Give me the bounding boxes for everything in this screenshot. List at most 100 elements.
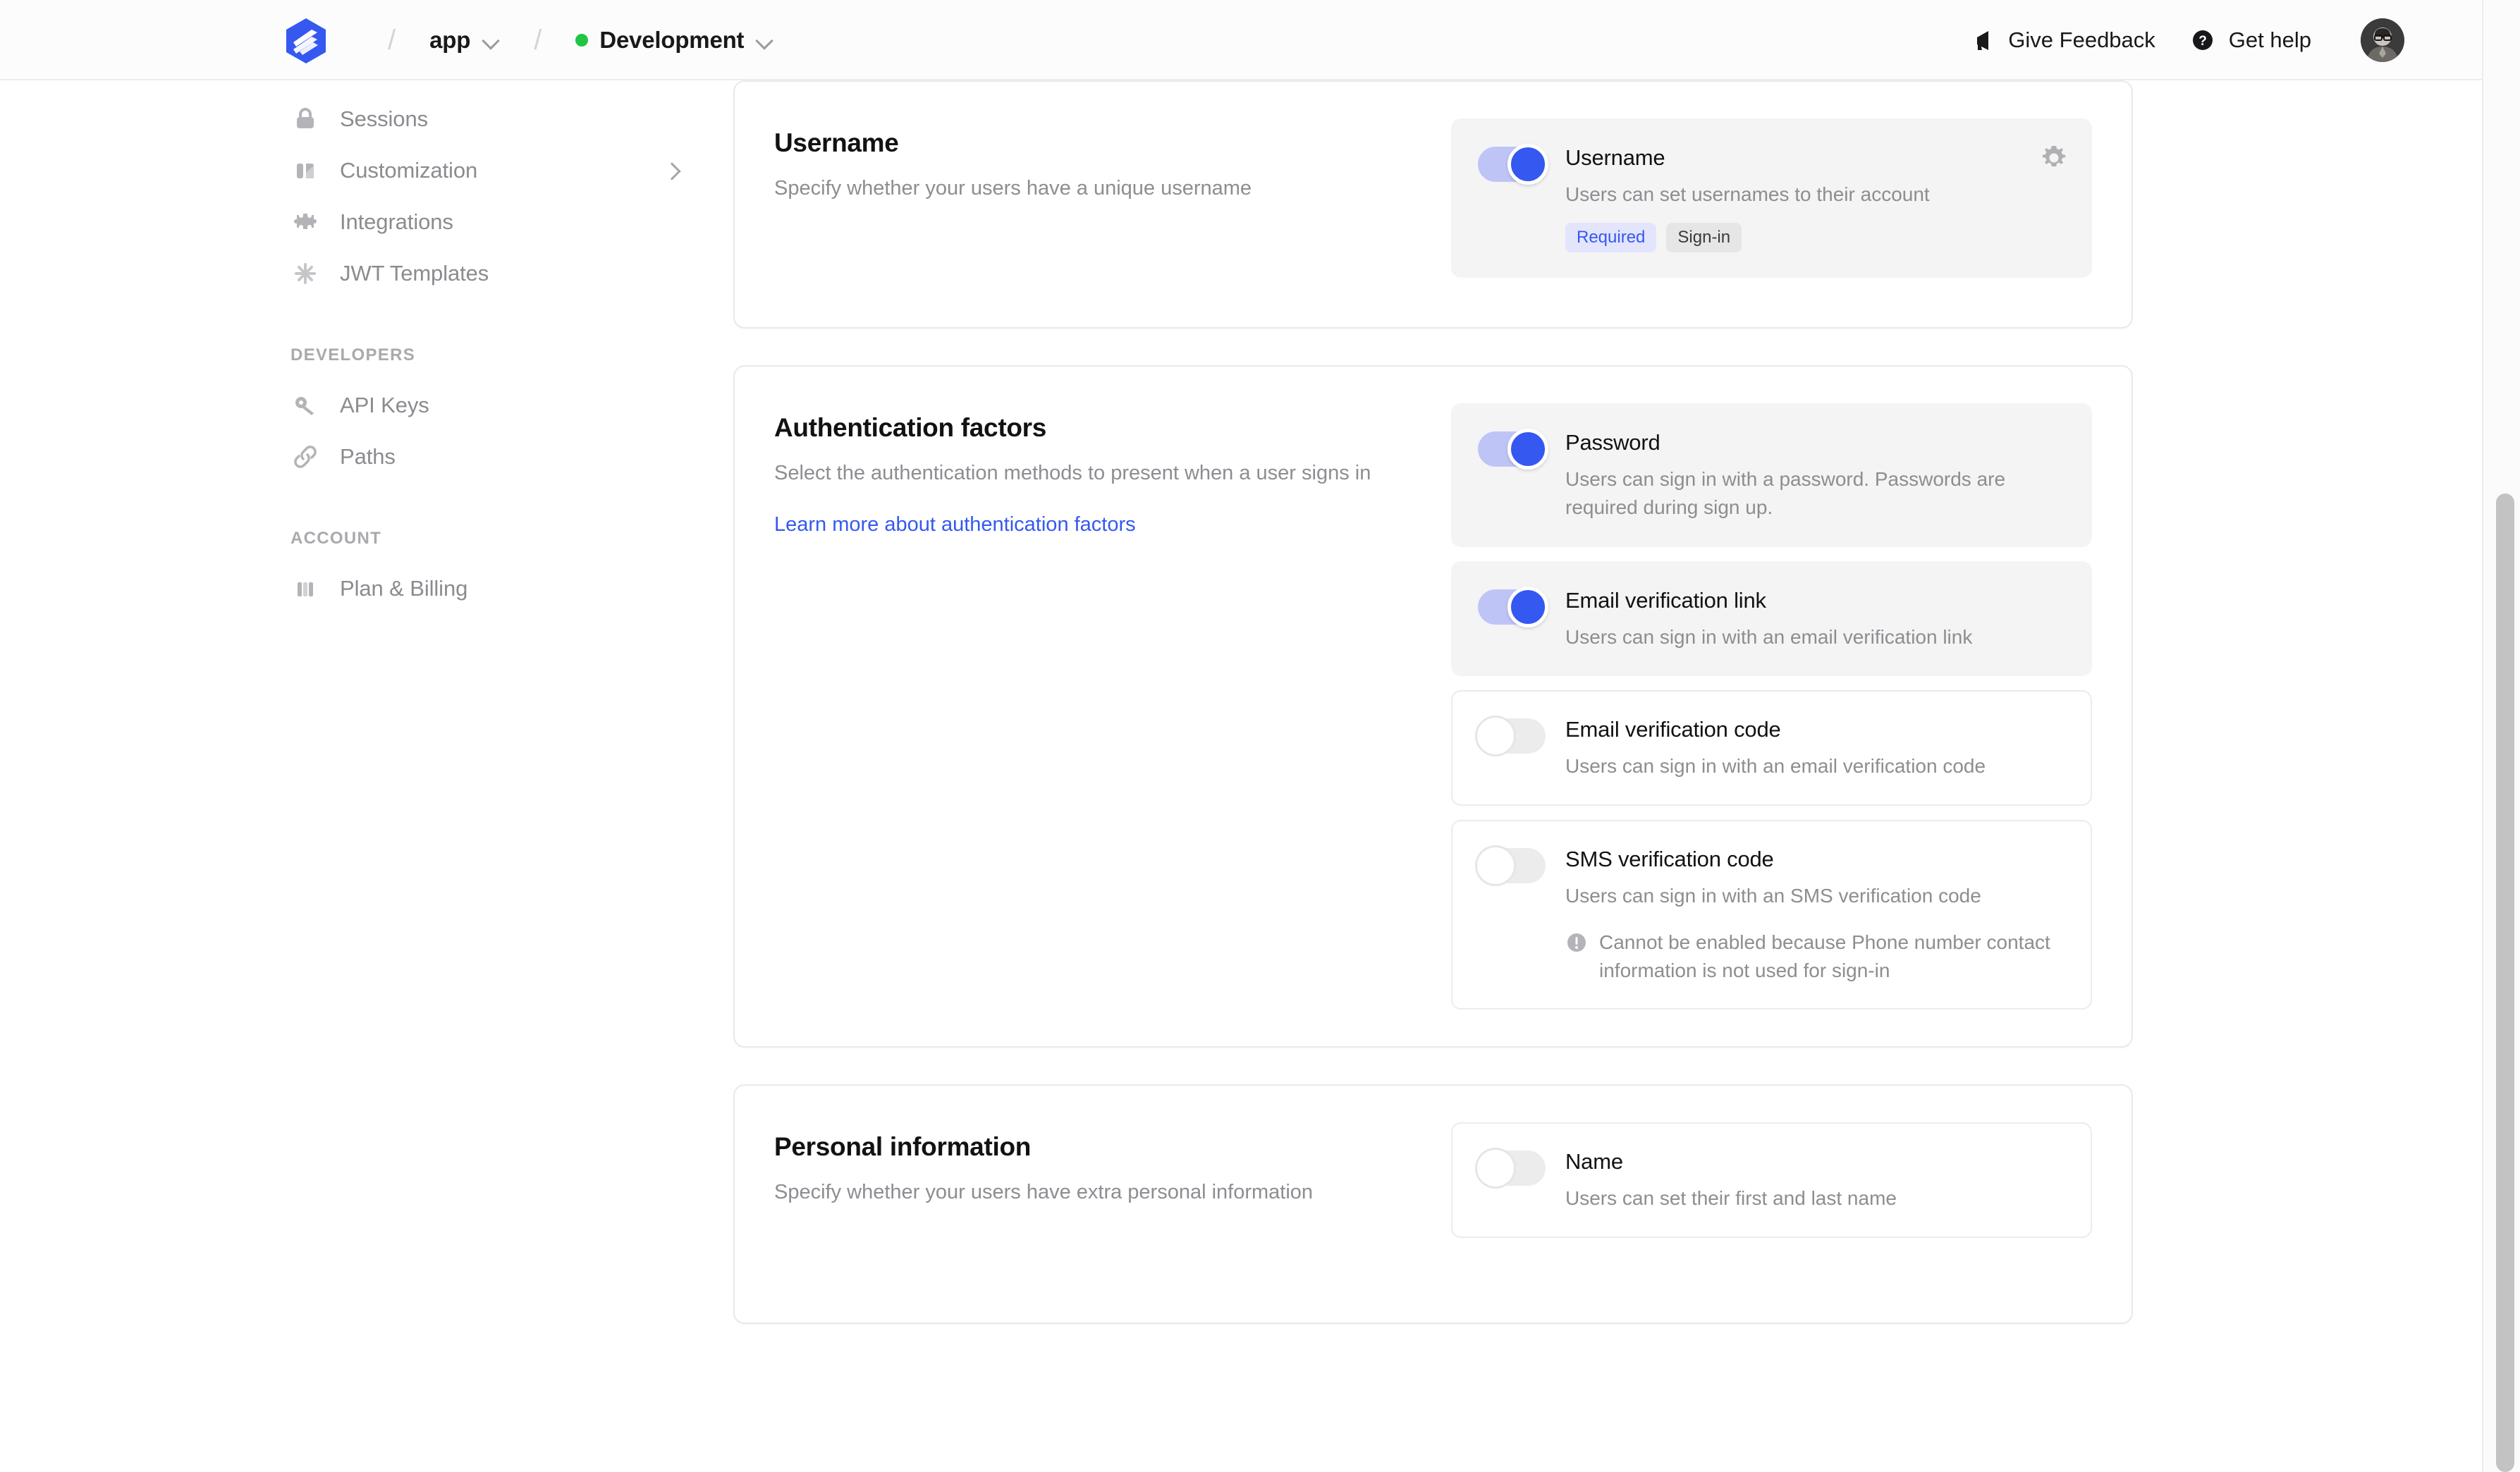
username-row-title: Username bbox=[1565, 145, 2065, 171]
status-badge-signin: Sign-in bbox=[1666, 223, 1742, 252]
sidebar-item-label: Customization bbox=[340, 158, 477, 183]
breadcrumb: / app / Development bbox=[360, 0, 789, 80]
auth-factors-header: Authentication factors Select the authen… bbox=[774, 403, 1451, 1010]
personal-info-rows: Name Users can set their first and last … bbox=[1451, 1122, 2092, 1286]
clerk-logo-icon[interactable] bbox=[281, 16, 331, 66]
link-icon bbox=[290, 442, 340, 472]
key-icon bbox=[290, 391, 340, 420]
chevron-right-icon bbox=[664, 162, 681, 179]
alert-circle-icon bbox=[1565, 928, 1588, 954]
email-verification-link-toggle[interactable] bbox=[1478, 589, 1546, 625]
username-card-rows: Username Users can set usernames to thei… bbox=[1451, 118, 2092, 290]
username-toggle[interactable] bbox=[1478, 147, 1546, 182]
sidebar-item-plan-billing[interactable]: Plan & Billing bbox=[0, 563, 705, 614]
name-toggle[interactable] bbox=[1478, 1151, 1546, 1186]
username-row-description: Users can set usernames to their account bbox=[1565, 180, 2065, 209]
name-toggle-row[interactable]: Name Users can set their first and last … bbox=[1451, 1122, 2092, 1238]
email-verification-code-row[interactable]: Email verification code Users can sign i… bbox=[1451, 690, 2092, 806]
email-verification-link-row[interactable]: Email verification link Users can sign i… bbox=[1451, 561, 2092, 677]
chevron-down-icon bbox=[755, 31, 773, 49]
email-verification-code-toggle[interactable] bbox=[1478, 718, 1546, 754]
svg-text:?: ? bbox=[2198, 34, 2207, 49]
username-row-body: Username Users can set usernames to thei… bbox=[1565, 144, 2065, 252]
top-bar-actions: Give Feedback ? Get help bbox=[1952, 0, 2482, 80]
username-card: Username Specify whether your users have… bbox=[733, 80, 2133, 329]
app-name-label: app bbox=[429, 27, 470, 54]
environment-selector[interactable]: Development bbox=[560, 20, 789, 61]
password-row-body: Password Users can sign in with a passwo… bbox=[1565, 429, 2065, 522]
username-card-header: Username Specify whether your users have… bbox=[774, 118, 1451, 290]
personal-info-header: Personal information Specify whether you… bbox=[774, 1122, 1451, 1286]
username-card-description: Specify whether your users have a unique… bbox=[774, 173, 1451, 203]
password-toggle[interactable] bbox=[1478, 431, 1546, 467]
sidebar-item-api-keys[interactable]: API Keys bbox=[0, 379, 705, 431]
sidebar: Sessions Customization Integrations bbox=[0, 80, 705, 1472]
page-title: Username bbox=[774, 128, 1451, 158]
email-link-row-description: Users can sign in with an email verifica… bbox=[1565, 623, 2065, 651]
password-row-title: Password bbox=[1565, 430, 2065, 455]
sidebar-item-label: JWT Templates bbox=[340, 261, 489, 286]
sidebar-group-developers: DEVELOPERS bbox=[0, 345, 705, 365]
sidebar-item-label: Paths bbox=[340, 444, 396, 470]
learn-more-link[interactable]: Learn more about authentication factors bbox=[774, 513, 1136, 536]
breadcrumb-separator-glyph: / bbox=[534, 26, 542, 54]
chart-bars-icon bbox=[290, 574, 340, 603]
megaphone-icon bbox=[1969, 27, 1995, 54]
personal-information-card: Personal information Specify whether you… bbox=[733, 1084, 2133, 1324]
sidebar-item-integrations[interactable]: Integrations bbox=[0, 196, 705, 247]
chevron-down-icon bbox=[482, 31, 500, 49]
breadcrumb-separator-2: / bbox=[515, 26, 560, 54]
username-toggle-row[interactable]: Username Users can set usernames to thei… bbox=[1451, 118, 2092, 278]
personal-info-description: Specify whether your users have extra pe… bbox=[774, 1177, 1451, 1207]
lock-icon bbox=[290, 104, 340, 134]
page-scrollbar-track[interactable] bbox=[2482, 0, 2520, 1472]
sidebar-item-label: Plan & Billing bbox=[340, 576, 467, 601]
layout-icon bbox=[290, 156, 340, 185]
sidebar-item-label: Sessions bbox=[340, 106, 428, 132]
avatar[interactable] bbox=[2361, 18, 2404, 62]
status-badge-required: Required bbox=[1565, 223, 1656, 252]
name-row-body: Name Users can set their first and last … bbox=[1565, 1148, 2065, 1213]
sms-verification-code-toggle[interactable] bbox=[1478, 848, 1546, 883]
give-feedback-button[interactable]: Give Feedback bbox=[1952, 17, 2172, 63]
name-row-description: Users can set their first and last name bbox=[1565, 1184, 2065, 1213]
page-scrollbar-thumb[interactable] bbox=[2496, 493, 2514, 1472]
email-code-row-body: Email verification code Users can sign i… bbox=[1565, 716, 2065, 780]
sms-code-row-body: SMS verification code Users can sign in … bbox=[1565, 845, 2065, 984]
sidebar-item-customization[interactable]: Customization bbox=[0, 145, 705, 196]
username-badges: Required Sign-in bbox=[1565, 223, 2065, 252]
main-content: Username Specify whether your users have… bbox=[705, 80, 2482, 1472]
get-help-label: Get help bbox=[2229, 27, 2311, 53]
sms-code-row-title: SMS verification code bbox=[1565, 847, 2065, 872]
sms-warning: Cannot be enabled because Phone number c… bbox=[1565, 928, 2065, 985]
give-feedback-label: Give Feedback bbox=[2008, 27, 2155, 53]
sidebar-item-sessions[interactable]: Sessions bbox=[0, 93, 705, 145]
email-code-row-title: Email verification code bbox=[1565, 717, 2065, 742]
sidebar-item-paths[interactable]: Paths bbox=[0, 431, 705, 482]
environment-label: Development bbox=[599, 27, 744, 54]
sidebar-group-account: ACCOUNT bbox=[0, 529, 705, 548]
app-root: / app / Development bbox=[0, 0, 2520, 1472]
sidebar-item-jwt-templates[interactable]: JWT Templates bbox=[0, 247, 705, 299]
puzzle-icon bbox=[290, 207, 340, 237]
personal-info-title: Personal information bbox=[774, 1132, 1451, 1162]
sidebar-item-label: API Keys bbox=[340, 393, 429, 418]
environment-status-dot bbox=[575, 34, 588, 47]
auth-factors-title: Authentication factors bbox=[774, 413, 1451, 443]
sms-verification-code-row[interactable]: SMS verification code Users can sign in … bbox=[1451, 820, 2092, 1010]
sidebar-item-label: Integrations bbox=[340, 209, 453, 235]
email-code-row-description: Users can sign in with an email verifica… bbox=[1565, 752, 2065, 780]
password-toggle-row[interactable]: Password Users can sign in with a passwo… bbox=[1451, 403, 2092, 547]
email-link-row-title: Email verification link bbox=[1565, 588, 2065, 613]
top-bar: / app / Development bbox=[0, 0, 2482, 80]
gear-icon[interactable] bbox=[2038, 142, 2069, 173]
password-row-description: Users can sign in with a password. Passw… bbox=[1565, 465, 2065, 522]
sms-warning-text: Cannot be enabled because Phone number c… bbox=[1599, 928, 2065, 985]
sms-code-row-description: Users can sign in with an SMS verificati… bbox=[1565, 882, 2065, 910]
breadcrumb-separator-1: / bbox=[369, 26, 414, 54]
question-circle-icon: ? bbox=[2189, 27, 2216, 54]
app-selector[interactable]: app bbox=[414, 20, 515, 61]
get-help-button[interactable]: ? Get help bbox=[2172, 17, 2328, 63]
auth-factors-description: Select the authentication methods to pre… bbox=[774, 458, 1451, 488]
breadcrumb-separator-glyph: / bbox=[388, 26, 396, 54]
